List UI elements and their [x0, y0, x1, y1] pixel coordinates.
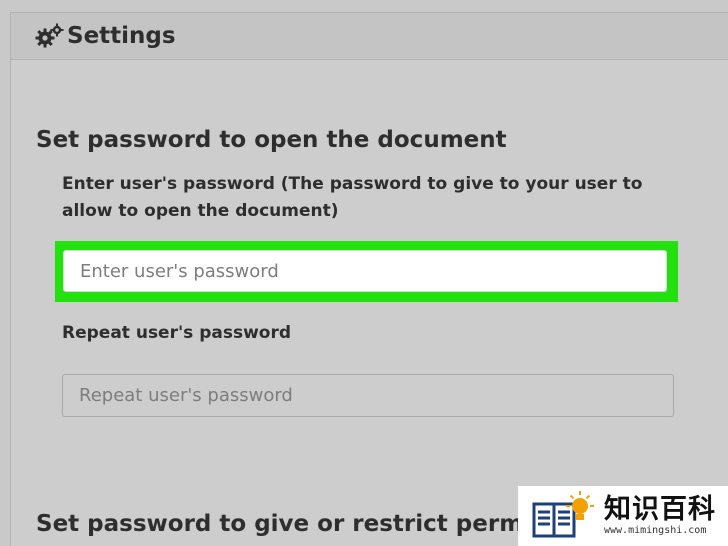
repeat-password-label: Repeat user's password [62, 323, 292, 343]
watermark: 知识百科 www.mimingshi.com [518, 486, 728, 546]
repeat-password-input[interactable] [62, 374, 674, 417]
watermark-title: 知识百科 [604, 494, 716, 525]
permissions-password-heading: Set password to give or restrict permiss… [36, 511, 583, 537]
user-password-label: Enter user's password (The password to g… [62, 174, 643, 221]
panel-title: Settings [67, 23, 176, 49]
settings-panel-header: Settings [11, 13, 728, 60]
gears-icon [35, 23, 65, 49]
watermark-url: www.mimingshi.com [604, 525, 707, 536]
open-password-heading: Set password to open the document [36, 127, 507, 153]
book-lightbulb-icon [528, 490, 596, 542]
user-password-input[interactable] [63, 250, 667, 292]
page: Settings Set password to open the docume… [0, 0, 728, 546]
